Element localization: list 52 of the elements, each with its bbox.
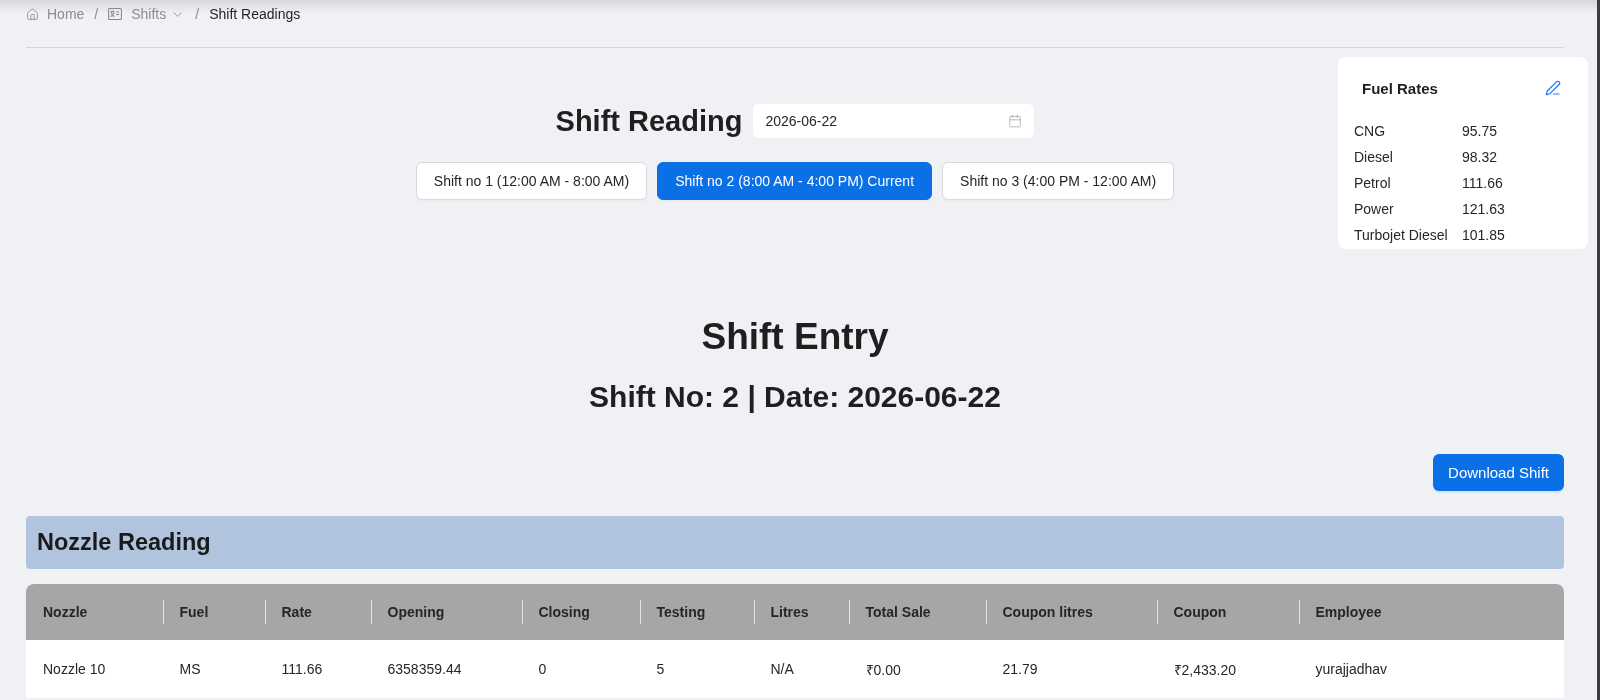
section-title: Nozzle Reading bbox=[37, 529, 211, 556]
home-icon bbox=[26, 7, 39, 21]
table-cell: ₹2,433.20 bbox=[1156, 640, 1299, 698]
fuel-rate: 121.63 bbox=[1462, 201, 1506, 217]
date-field[interactable]: 2026-06-22 bbox=[753, 104, 1035, 138]
column-header: Closing bbox=[521, 584, 640, 640]
shift-tab[interactable]: Shift no 1 (12:00 AM - 8:00 AM) bbox=[415, 162, 648, 200]
table-cell: Nozzle 10 bbox=[26, 640, 163, 698]
table-cell: 21.79 bbox=[985, 640, 1157, 698]
page-title: Shift Entry bbox=[700, 315, 890, 359]
shift-tab[interactable]: Shift no 3 (4:00 PM - 12:00 AM) bbox=[942, 162, 1175, 200]
fuel-rate: 98.32 bbox=[1462, 149, 1499, 165]
column-header: Rate bbox=[264, 584, 371, 640]
fuel-name: Petrol bbox=[1354, 175, 1392, 191]
heading: Shift Reading bbox=[555, 104, 743, 138]
column-header: Testing bbox=[639, 584, 754, 640]
table-cell: 5 bbox=[639, 640, 754, 698]
calendar-icon bbox=[1008, 114, 1023, 128]
table-cell: ₹0.00 bbox=[848, 640, 986, 698]
shift-info: Shift No: 2 | Date: 2026-06-22 bbox=[588, 379, 1002, 415]
id-card-icon bbox=[108, 8, 123, 20]
fuel-rate: 111.66 bbox=[1462, 175, 1504, 191]
table-cell: 111.66 bbox=[264, 640, 371, 698]
card-title: Fuel Rates bbox=[1362, 79, 1438, 97]
fuel-name: CNG bbox=[1354, 123, 1387, 139]
breadcrumb-link[interactable]: Home bbox=[26, 6, 85, 22]
column-header: Fuel bbox=[162, 584, 265, 640]
column-header: Opening bbox=[370, 584, 522, 640]
column-header: Coupon litres bbox=[985, 584, 1157, 640]
breadcrumb-dropdown[interactable]: Shifts bbox=[108, 6, 186, 22]
download-button[interactable]: Download Shift bbox=[1433, 454, 1564, 491]
column-header: Nozzle bbox=[26, 584, 163, 640]
fuel-name: Diesel bbox=[1354, 149, 1394, 165]
column-header: Litres bbox=[753, 584, 849, 640]
fuel-rate: 101.85 bbox=[1462, 227, 1506, 243]
fuel-name: Power bbox=[1354, 201, 1395, 217]
breadcrumb-separator: / bbox=[94, 6, 99, 22]
fuel-rate: 95.75 bbox=[1462, 123, 1499, 139]
shift-tab[interactable]: Shift no 2 (8:00 AM - 4:00 PM) Current bbox=[657, 162, 933, 200]
table-cell: MS bbox=[162, 640, 265, 698]
breadcrumb-current: Shift Readings bbox=[209, 6, 301, 22]
column-header: Coupon bbox=[1156, 584, 1299, 640]
column-header: Total Sale bbox=[848, 584, 986, 640]
table-cell: N/A bbox=[753, 640, 849, 698]
edit-button[interactable] bbox=[1545, 80, 1561, 96]
breadcrumb-separator: / bbox=[195, 6, 200, 22]
table-cell: 6358359.44 bbox=[370, 640, 522, 698]
column-header: Employee bbox=[1298, 584, 1564, 640]
table-cell: 0 bbox=[521, 640, 640, 698]
pencil-icon bbox=[1545, 80, 1561, 96]
fuel-name: Turbojet Diesel bbox=[1354, 227, 1449, 243]
table-cell: yurajjadhav bbox=[1298, 640, 1564, 698]
